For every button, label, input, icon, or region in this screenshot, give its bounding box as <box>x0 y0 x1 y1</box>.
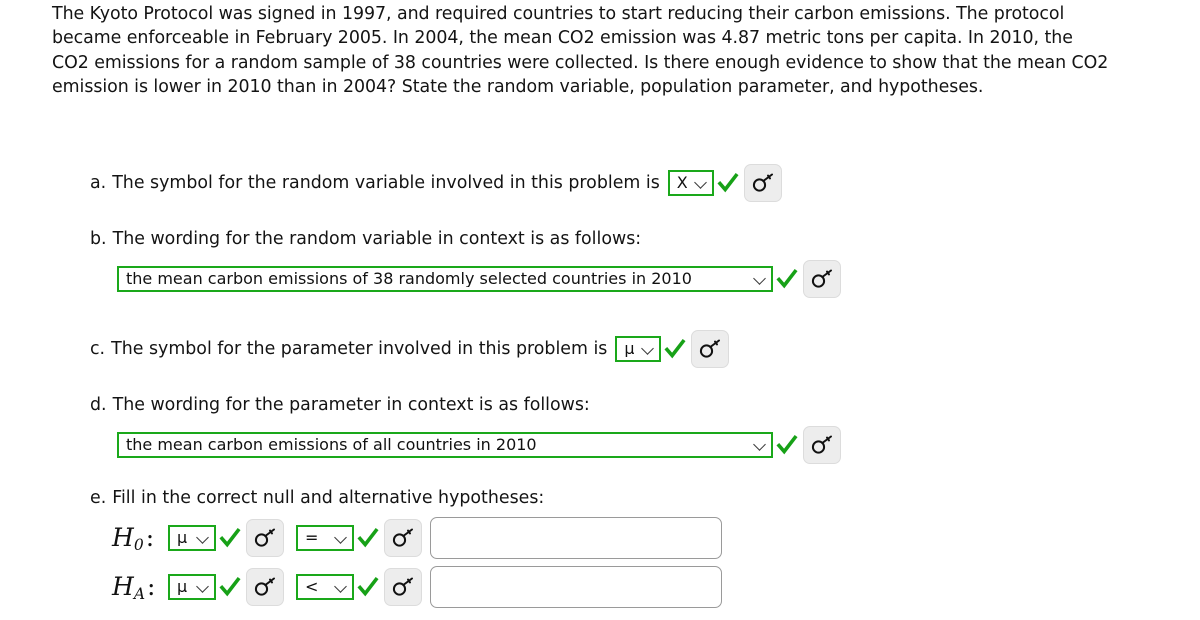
null-hypothesis-value-input[interactable] <box>430 517 722 559</box>
chevron-down-icon <box>335 532 347 544</box>
answer-key-button-null-operator[interactable] <box>384 519 422 557</box>
question-a-text: The symbol for the random variable invol… <box>112 173 660 193</box>
null-hypothesis-label: H0: <box>112 522 155 554</box>
null-hypothesis-row: H0: μ = <box>112 517 722 559</box>
key-icon <box>253 576 277 598</box>
answer-key-button-c[interactable] <box>691 330 730 368</box>
alternative-hypothesis-row: HA: μ < <box>112 566 722 608</box>
null-hypothesis-symbol-value: μ <box>177 530 188 546</box>
check-icon <box>664 337 686 361</box>
key-icon <box>253 527 277 549</box>
answer-key-button-alternative-operator[interactable] <box>384 568 422 606</box>
alternative-hypothesis-value-input[interactable] <box>430 566 722 608</box>
key-icon <box>391 527 415 549</box>
null-hypothesis-symbol-select[interactable]: μ <box>168 525 216 551</box>
question-c: c. The symbol for the parameter involved… <box>90 330 730 368</box>
parameter-symbol-select[interactable]: μ <box>615 336 662 362</box>
answer-key-button-a[interactable] <box>743 164 782 202</box>
question-d-text: The wording for the parameter in context… <box>112 395 590 415</box>
question-c-label: c. <box>90 339 106 359</box>
parameter-wording-select[interactable]: the mean carbon emissions of all countri… <box>117 432 773 458</box>
question-d: d. The wording for the parameter in cont… <box>90 394 841 464</box>
chevron-down-icon <box>754 439 766 451</box>
chevron-down-icon <box>695 177 707 189</box>
check-icon <box>357 575 379 599</box>
random-variable-wording-value: the mean carbon emissions of 38 randomly… <box>126 271 692 287</box>
key-icon <box>698 338 722 360</box>
chevron-down-icon <box>197 581 209 593</box>
chevron-down-icon <box>754 273 766 285</box>
check-icon <box>776 433 798 457</box>
question-b: b. The wording for the random variable i… <box>90 228 841 298</box>
check-icon <box>219 575 241 599</box>
key-icon <box>810 268 834 290</box>
null-hypothesis-operator-value: = <box>305 530 319 546</box>
parameter-symbol-value: μ <box>624 341 635 357</box>
answer-key-button-null-symbol[interactable] <box>246 519 284 557</box>
question-e: e. Fill in the correct null and alternat… <box>90 487 722 608</box>
check-icon <box>219 526 241 550</box>
random-variable-wording-select[interactable]: the mean carbon emissions of 38 randomly… <box>117 266 773 292</box>
answer-key-button-b[interactable] <box>803 260 841 298</box>
question-b-text: The wording for the random variable in c… <box>112 229 642 249</box>
question-c-text: The symbol for the parameter involved in… <box>111 339 608 359</box>
chevron-down-icon <box>642 343 654 355</box>
alternative-hypothesis-symbol-select[interactable]: μ <box>168 574 216 600</box>
alternative-hypothesis-operator-select[interactable]: < <box>296 574 354 600</box>
problem-statement: The Kyoto Protocol was signed in 1997, a… <box>52 4 1109 98</box>
question-a-label: a. <box>90 173 107 193</box>
alternative-hypothesis-operator-value: < <box>305 579 319 595</box>
check-icon <box>776 267 798 291</box>
question-a: a. The symbol for the random variable in… <box>90 164 782 202</box>
check-icon <box>357 526 379 550</box>
chevron-down-icon <box>197 532 209 544</box>
answer-key-button-d[interactable] <box>803 426 841 464</box>
question-e-label: e. <box>90 488 107 508</box>
chevron-down-icon <box>335 581 347 593</box>
random-variable-symbol-select[interactable]: X̄ <box>667 170 714 196</box>
key-icon <box>751 172 775 194</box>
question-e-text: Fill in the correct null and alternative… <box>112 488 545 508</box>
answer-key-button-alternative-symbol[interactable] <box>246 568 284 606</box>
alternative-hypothesis-symbol-value: μ <box>177 579 188 595</box>
question-d-label: d. <box>90 395 107 415</box>
parameter-wording-value: the mean carbon emissions of all countri… <box>126 437 537 453</box>
check-icon <box>717 171 739 195</box>
alternative-hypothesis-label: HA: <box>112 571 156 603</box>
key-icon <box>810 434 834 456</box>
key-icon <box>391 576 415 598</box>
question-b-label: b. <box>90 229 107 249</box>
random-variable-symbol-value: X̄ <box>676 175 687 191</box>
null-hypothesis-operator-select[interactable]: = <box>296 525 354 551</box>
